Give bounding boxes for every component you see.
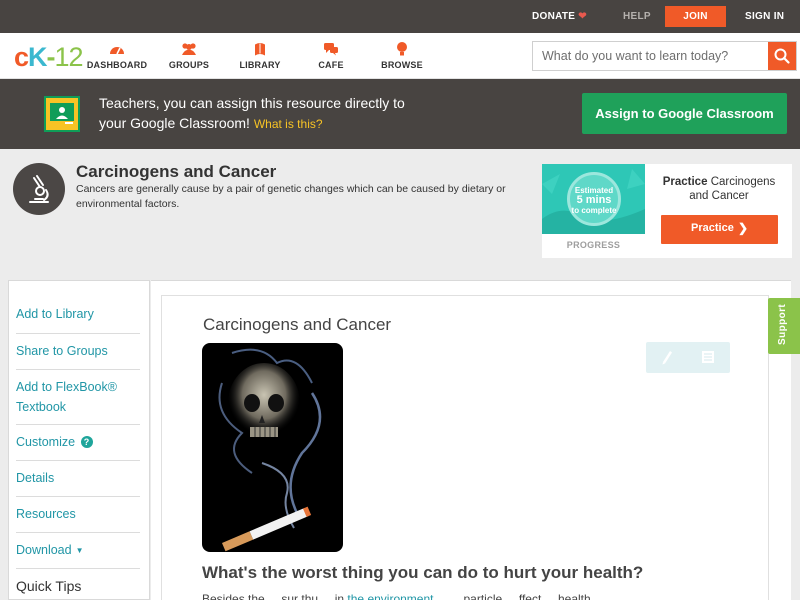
body-text-start: Besides the ... sur thu ... in [202,592,345,600]
main-content: Carcinogens and Cancer What's the worst … [151,280,791,600]
progress-label: PROGRESS [566,240,621,250]
search-button[interactable] [768,42,796,70]
sidebar-item-download[interactable]: Download ▼ [16,533,140,569]
support-label: Support [777,303,788,345]
environment-link[interactable]: the environment [347,592,433,600]
notes-icon[interactable] [701,350,715,364]
sidebar-item-label: Details [16,471,55,485]
heart-icon: ❤ [578,11,587,22]
nav-dashboard[interactable]: DASHBOARD [77,41,157,70]
google-classroom-banner: Teachers, you can assign this resource d… [0,79,800,149]
chevron-right-icon: ❯ [738,221,749,235]
donate-link[interactable]: DONATE ❤ [532,0,587,33]
nav-browse[interactable]: BROWSE [362,41,442,70]
join-button[interactable]: JOIN [665,6,726,27]
sidebar-item-customize[interactable]: Customize ? [16,425,140,461]
help-question-icon[interactable]: ? [80,436,93,448]
sidebar-item-add-to-flexbook[interactable]: Add to FlexBook® Textbook [16,370,140,425]
annotation-tools [646,342,730,373]
nav-browse-label: BROWSE [381,60,423,70]
sidebar-item-label: Customize [16,435,76,449]
cafe-icon [324,43,338,56]
what-is-this-link[interactable]: What is this? [254,117,323,131]
nav-cafe[interactable]: CAFE [291,41,371,70]
help-link[interactable]: HELP [623,0,651,33]
nav-groups-label: GROUPS [168,60,210,70]
article-question: What's the worst thing you can do to hur… [202,563,644,582]
practice-thumbnail: Estimated 5 mins to complete [542,164,645,234]
sidebar-item-label: Share to Groups [16,344,108,358]
concept-description: Cancers are generally cause by a pair of… [76,183,506,210]
nav-library-label: LIBRARY [239,60,281,70]
concept-title: Carcinogens and Cancer [76,162,277,181]
pen-icon[interactable] [660,349,674,365]
nav-cafe-label: CAFE [318,60,344,70]
donate-label: DONATE [532,11,576,22]
sidebar: Add to Library Share to Groups Add to Fl… [8,280,150,600]
top-bar: DONATE ❤ HELP JOIN SIGN IN [0,0,800,33]
article-body: Besides the ... sur thu ... in the envir… [202,592,732,600]
main-nav: cK-12 DASHBOARD GROUPS LIBRARY CAFE BROW… [0,33,800,79]
sidebar-item-resources[interactable]: Resources [16,497,140,533]
practice-heading-bold: Practice [662,176,708,188]
groups-icon [182,43,196,55]
classroom-line2: your Google Classroom! [99,115,250,131]
ck12-logo[interactable]: cK-12 [14,43,84,71]
concept-header: Carcinogens and Cancer Cancers are gener… [0,149,800,269]
to-complete-label: to complete [571,206,617,215]
practice-card: Estimated 5 mins to complete PROGRESS Pr… [542,164,792,258]
nav-library[interactable]: LIBRARY [220,41,300,70]
caret-down-icon: ▼ [75,546,84,555]
search-box [532,41,797,71]
library-icon [255,43,265,56]
sign-in-link[interactable]: SIGN IN [745,0,784,33]
microscope-icon [13,163,65,215]
dashboard-icon [110,47,124,55]
sidebar-item-label: Textbook [16,400,67,414]
estimated-time-badge: Estimated 5 mins to complete [567,172,621,226]
sidebar-item-label: Add to Library [16,307,94,321]
practice-button[interactable]: Practice ❯ [661,215,778,244]
content-area: Add to Library Share to Groups Add to Fl… [0,269,800,600]
sidebar-item-share-to-groups[interactable]: Share to Groups [16,334,140,370]
classroom-line1: Teachers, you can assign this resource d… [99,95,405,111]
nav-groups[interactable]: GROUPS [149,41,229,70]
estimated-mins: 5 mins [576,194,612,206]
google-classroom-icon [44,96,80,132]
sidebar-item-add-to-library[interactable]: Add to Library [16,297,140,334]
article-title: Carcinogens and Cancer [203,315,392,334]
browse-icon [397,42,407,56]
skull-smoke-cigarette-image [202,343,343,552]
search-input[interactable] [533,42,769,70]
support-tab[interactable]: Support [768,298,800,354]
classroom-message: Teachers, you can assign this resource d… [99,93,539,134]
practice-heading: Practice Carcinogens and Cancer [652,175,786,203]
sidebar-item-label: Add to FlexBook® [16,380,117,394]
sidebar-item-details[interactable]: Details [16,461,140,497]
search-icon [774,48,790,64]
sidebar-item-label: Resources [16,507,76,521]
article-card: Carcinogens and Cancer What's the worst … [161,295,769,600]
assign-google-classroom-button[interactable]: Assign to Google Classroom [582,93,787,134]
practice-button-label: Practice [691,222,734,234]
quick-tips-heading[interactable]: Quick Tips [16,578,81,594]
body-text-end: ... ... particle ... ffect ... health [436,592,591,600]
sidebar-item-label: Download [16,543,72,557]
nav-dashboard-label: DASHBOARD [86,60,148,70]
